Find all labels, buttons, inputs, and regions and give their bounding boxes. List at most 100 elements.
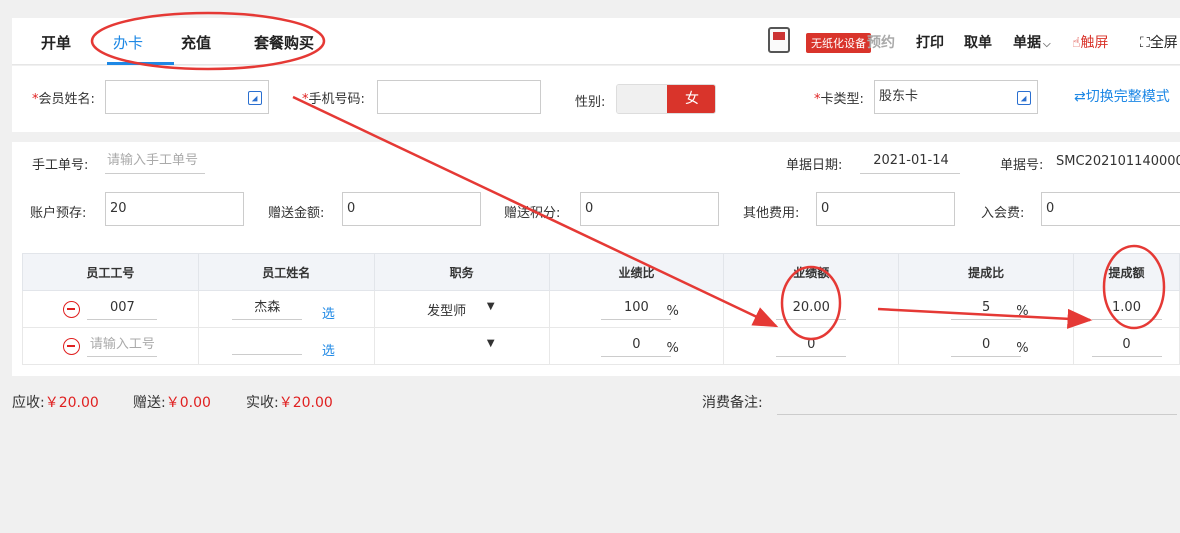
- member-picker-icon[interactable]: [248, 91, 262, 105]
- emp-name-input[interactable]: [232, 333, 303, 355]
- join-fee-label: 入会费:: [981, 206, 1025, 221]
- member-form-row: *会员姓名: *手机号码: 性别: 女 *卡类型: 股东卡 ⇄切换完整模式: [12, 66, 1180, 132]
- tab-package-purchase[interactable]: 套餐购买: [254, 32, 314, 53]
- remove-row-icon[interactable]: [63, 338, 80, 355]
- window-top-strip: [0, 0, 1180, 18]
- gender-toggle[interactable]: 女: [616, 84, 716, 114]
- gift-total: 赠送:￥0.00: [133, 395, 211, 411]
- other-fee-input[interactable]: 0: [816, 192, 955, 226]
- paperless-device-icon[interactable]: [768, 27, 790, 53]
- join-fee-input[interactable]: 0: [1041, 192, 1180, 226]
- comm-amount-cell: 0: [1073, 327, 1180, 365]
- perf-ratio-input[interactable]: 0: [601, 335, 672, 357]
- col-comm-amount: 提成额: [1073, 253, 1180, 291]
- gender-toggle-female[interactable]: 女: [667, 85, 715, 113]
- pick-employee-link[interactable]: 选: [322, 303, 335, 322]
- gift-amount-label: 赠送金额:: [268, 206, 325, 221]
- phone-label: *手机号码:: [302, 92, 365, 107]
- chevron-down-icon: ⌵: [1043, 39, 1051, 50]
- gender-toggle-off[interactable]: [617, 85, 667, 113]
- table-header-row: 员工工号 员工姓名 职务 业绩比 业绩额 提成比 提成额: [22, 253, 1180, 291]
- card-type-picker-icon[interactable]: [1017, 91, 1031, 105]
- remark-input[interactable]: [777, 414, 1177, 415]
- swap-arrows-icon: ⇄: [1074, 89, 1086, 105]
- col-perf-ratio: 业绩比: [548, 253, 725, 291]
- order-no-label: 单据号:: [1000, 158, 1044, 173]
- manual-no-input[interactable]: 请输入手工单号: [105, 150, 205, 174]
- position-select[interactable]: 发型师: [427, 304, 466, 319]
- tab-banka[interactable]: 办卡: [113, 32, 143, 53]
- actual-value: ￥20.00: [278, 395, 333, 411]
- tab-kaidan[interactable]: 开单: [41, 32, 71, 53]
- fetch-order-button[interactable]: 取单: [964, 32, 992, 52]
- emp-name-input[interactable]: 杰森: [232, 298, 303, 320]
- phone-input[interactable]: [377, 80, 541, 114]
- date-input[interactable]: 2021-01-14: [860, 150, 960, 174]
- member-name-label: *会员姓名:: [32, 92, 95, 107]
- card-type-input[interactable]: 股东卡: [874, 80, 1038, 114]
- pick-employee-link[interactable]: 选: [322, 340, 335, 359]
- col-position: 职务: [373, 253, 550, 291]
- switch-full-mode-link[interactable]: ⇄切换完整模式: [1074, 86, 1170, 106]
- comm-ratio-cell: 5 %: [898, 290, 1075, 328]
- active-tab-indicator: [107, 62, 174, 65]
- fullscreen-button[interactable]: ⛶全屏: [1140, 32, 1178, 52]
- percent-sign: %: [1016, 341, 1029, 356]
- member-name-input[interactable]: [105, 80, 269, 114]
- table-row: 请输入工号 选 ▼ 0 % 0 0 % 0: [22, 327, 1180, 365]
- position-cell[interactable]: ▼: [373, 327, 550, 365]
- documents-label: 单据: [1013, 35, 1041, 51]
- table-row: 007 杰森 选 发型师 ▼ 100 % 20.00 5 % 1.00: [22, 290, 1180, 328]
- comm-amount-input[interactable]: 0: [1091, 335, 1162, 357]
- fullscreen-label: 全屏: [1149, 35, 1178, 51]
- perf-amount-cell: 0: [723, 327, 900, 365]
- details-panel: 手工单号: 请输入手工单号 单据日期: 2021-01-14 单据号: SMC2…: [12, 142, 1180, 376]
- col-emp-no: 员工工号: [22, 253, 199, 291]
- position-cell[interactable]: 发型师 ▼: [373, 290, 550, 328]
- paperless-device-badge[interactable]: 无纸化设备: [806, 33, 871, 53]
- col-perf-amount: 业绩额: [723, 253, 900, 291]
- touchscreen-label: 触屏: [1080, 35, 1109, 51]
- col-comm-ratio: 提成比: [898, 253, 1075, 291]
- perf-amount-input[interactable]: 20.00: [776, 298, 847, 320]
- order-no-value: SMC2021011400001: [1056, 154, 1180, 169]
- emp-no-cell: 007: [22, 290, 199, 328]
- emp-no-cell: 请输入工号: [22, 327, 199, 365]
- gift-points-input[interactable]: 0: [580, 192, 719, 226]
- comm-amount-input[interactable]: 1.00: [1091, 298, 1162, 320]
- remark-label: 消费备注:: [702, 395, 763, 411]
- perf-amount-input[interactable]: 0: [776, 335, 847, 357]
- comm-amount-cell: 1.00: [1073, 290, 1180, 328]
- comm-ratio-input[interactable]: 0: [951, 335, 1022, 357]
- perf-ratio-input[interactable]: 100: [601, 298, 672, 320]
- date-label: 单据日期:: [786, 158, 843, 173]
- percent-sign: %: [1016, 304, 1029, 319]
- remove-row-icon[interactable]: [63, 301, 80, 318]
- receivable: 应收:￥20.00: [12, 395, 99, 411]
- appointment-button[interactable]: 预约: [867, 32, 895, 52]
- documents-dropdown[interactable]: 单据 ⌵: [1013, 32, 1051, 52]
- top-bar: 开单 办卡 充值 套餐购买 无纸化设备 预约 打印 取单 单据 ⌵ ☝触屏 ⛶全屏: [12, 18, 1180, 65]
- emp-no-input[interactable]: 请输入工号: [87, 335, 158, 357]
- summary-bar: 应收:￥20.00 赠送:￥0.00 实收:￥20.00 消费备注:: [0, 376, 1180, 533]
- gift-points-label: 赠送积分:: [504, 206, 561, 221]
- touch-icon: ☝: [1072, 35, 1081, 51]
- emp-name-cell: 选: [197, 327, 375, 365]
- emp-no-input[interactable]: 007: [87, 298, 158, 320]
- card-type-label: *卡类型:: [814, 92, 864, 107]
- other-fee-label: 其他费用:: [743, 206, 800, 221]
- prepaid-input[interactable]: 20: [105, 192, 244, 226]
- receivable-value: ￥20.00: [44, 395, 99, 411]
- emp-name-cell: 杰森 选: [197, 290, 375, 328]
- manual-no-label: 手工单号:: [32, 158, 89, 173]
- gift-amount-input[interactable]: 0: [342, 192, 481, 226]
- col-emp-name: 员工姓名: [197, 253, 375, 291]
- staff-commission-table: 员工工号 员工姓名 职务 业绩比 业绩额 提成比 提成额 007 杰森 选 发型…: [22, 253, 1180, 365]
- prepaid-label: 账户预存:: [30, 206, 87, 221]
- percent-sign: %: [666, 304, 679, 319]
- actual-received: 实收:￥20.00: [246, 395, 333, 411]
- touchscreen-button[interactable]: ☝触屏: [1072, 32, 1109, 52]
- comm-ratio-input[interactable]: 5: [951, 298, 1022, 320]
- tab-chongzhi[interactable]: 充值: [181, 32, 211, 53]
- print-button[interactable]: 打印: [916, 32, 944, 52]
